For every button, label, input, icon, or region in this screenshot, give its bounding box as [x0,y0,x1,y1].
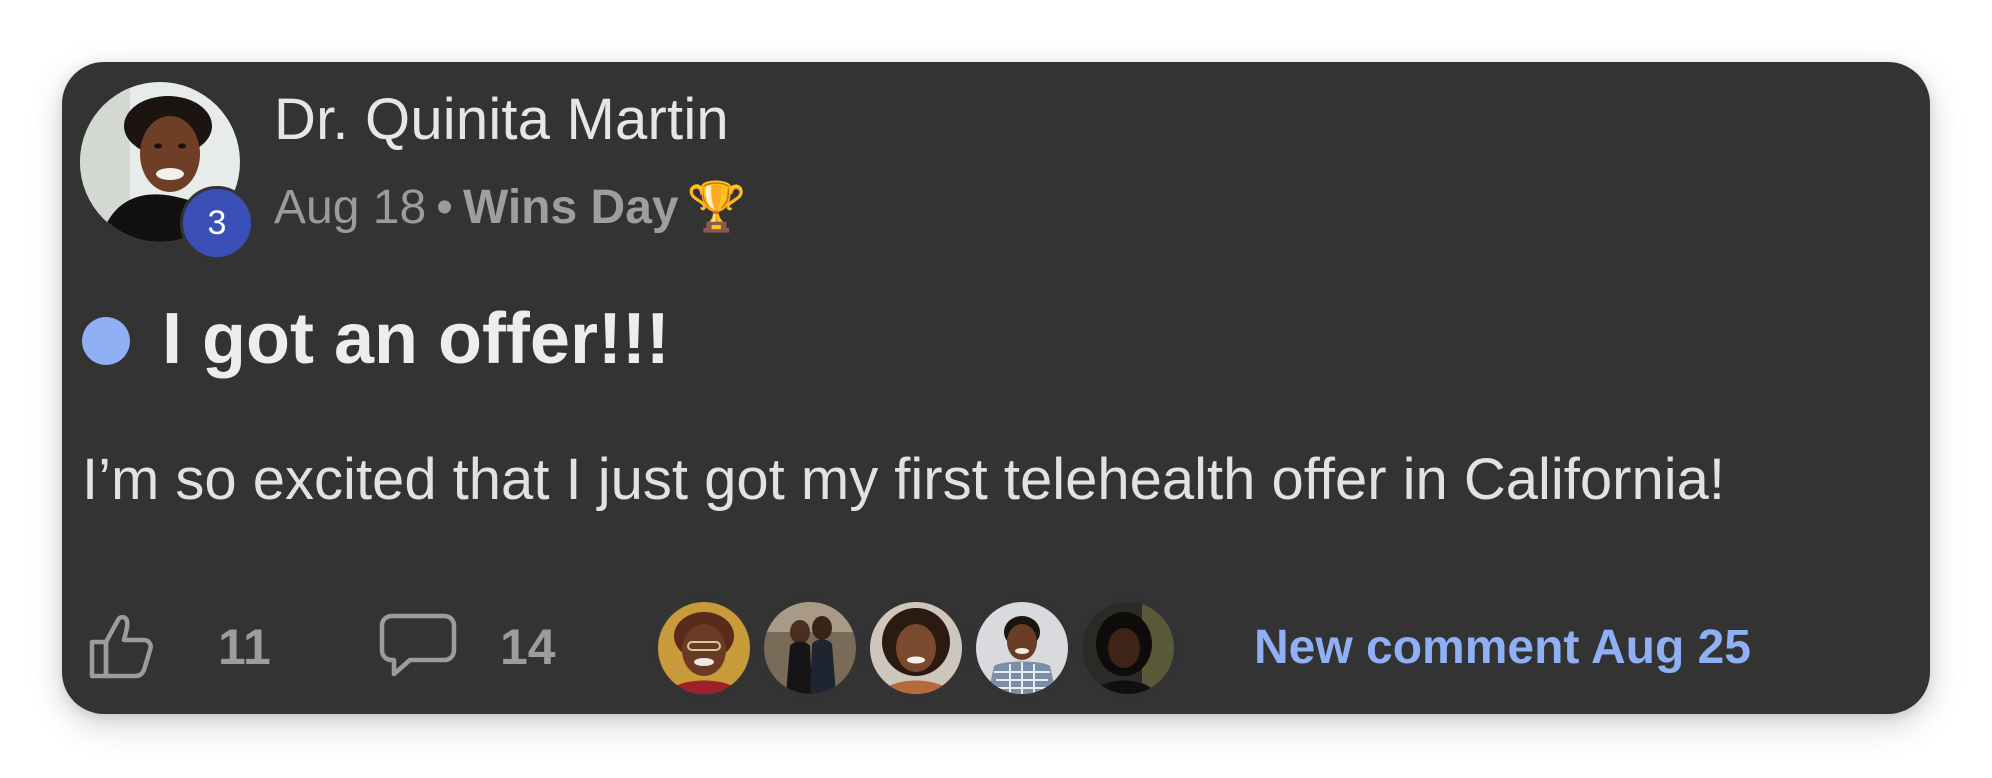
thumbs-up-icon [89,614,153,679]
author-name[interactable]: Dr. Quinita Martin [274,86,729,153]
trophy-icon: 🏆 [686,181,747,234]
author-avatar-group[interactable]: 3 [80,82,254,260]
comment-bubble-icon [379,613,457,677]
commenter-avatar[interactable] [972,598,1072,698]
commenter-avatar[interactable] [760,598,860,698]
comment-count: 14 [500,619,556,675]
new-comment-link[interactable]: New comment Aug 25 [1254,620,1751,675]
post-body: I’m so excited that I just got my first … [82,447,1726,512]
level-badge: 3 [180,186,254,260]
comment-button[interactable] [378,612,458,680]
post-title[interactable]: I got an offer!!! [162,298,670,380]
like-count: 11 [218,619,271,675]
page: 3 Dr. Quinita Martin Aug 18 • Wins Day 🏆 I … [0,0,1992,778]
meta-separator: • [436,181,453,234]
unread-indicator [82,317,130,365]
commenter-avatar[interactable] [1078,598,1178,698]
commenter-avatar[interactable] [866,598,966,698]
post-meta: Aug 18 • Wins Day 🏆 [274,178,746,235]
commenter-avatar[interactable] [654,598,754,698]
post-card[interactable]: 3 Dr. Quinita Martin Aug 18 • Wins Day 🏆 I … [62,62,1930,714]
post-date[interactable]: Aug 18 [274,181,426,234]
post-category[interactable]: Wins Day [463,181,679,234]
like-button[interactable] [84,610,156,682]
